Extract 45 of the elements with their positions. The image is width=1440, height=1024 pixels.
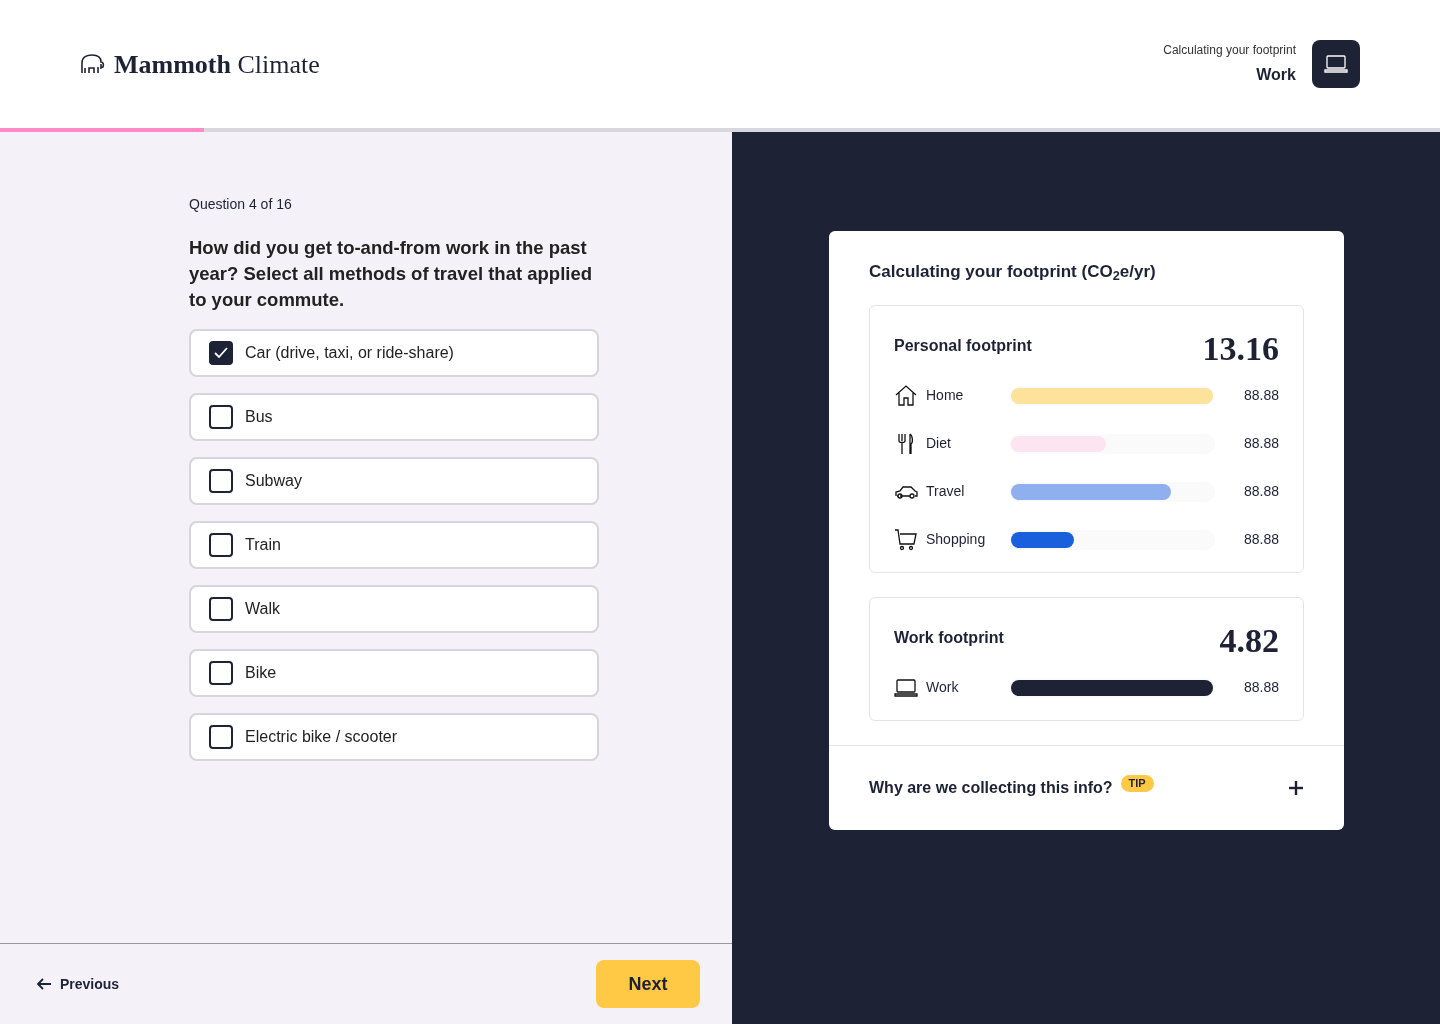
previous-button[interactable]: Previous (36, 973, 120, 995)
answer-option[interactable]: Bike (189, 649, 599, 697)
answer-option[interactable]: Bus (189, 393, 599, 441)
category-value: 88.88 (1242, 482, 1279, 501)
checkmark-icon (214, 347, 228, 359)
checkbox[interactable] (209, 341, 233, 365)
info-question: Why are we collecting this info? (869, 777, 1113, 798)
home-icon (894, 383, 918, 408)
laptop-icon (1324, 55, 1348, 73)
cart-icon (894, 527, 918, 552)
category-label: Home (926, 386, 964, 405)
summary-title: Calculating your footprint (CO$_{2}$e/yr) (869, 261, 1157, 285)
footprint-total: 13.16 (1202, 329, 1279, 368)
category-value: 88.88 (1242, 530, 1279, 549)
footprint-title: Work footprint (894, 627, 1004, 648)
footprint-title: Personal footprint (894, 335, 1032, 356)
answer-option[interactable]: Subway (189, 457, 599, 505)
checkbox[interactable] (209, 661, 233, 685)
footprint-total: 4.82 (1219, 621, 1279, 660)
question-text: How did you get to-and-from work in the past year? Select all methods of travel that applied to your commute. (189, 236, 593, 312)
expand-plus-icon[interactable] (1288, 779, 1304, 796)
arrow-left-icon (36, 978, 52, 990)
question-counter: Question 4 of 16 (189, 195, 293, 214)
brand-name: Mammoth Climate (114, 48, 320, 81)
checkbox[interactable] (209, 725, 233, 749)
category-value: 88.88 (1242, 386, 1279, 405)
category-label: Diet (926, 434, 951, 453)
checkbox[interactable] (209, 405, 233, 429)
context-label: Calculating your footprint (1163, 42, 1296, 59)
next-button[interactable]: Next (596, 960, 700, 1008)
answer-option[interactable]: Car (drive, taxi, or ride-share) (189, 329, 599, 377)
checkbox[interactable] (209, 597, 233, 621)
checkbox[interactable] (209, 533, 233, 557)
category-label: Travel (926, 482, 965, 501)
context-value: Work (1256, 65, 1296, 85)
category-value: 88.88 (1242, 678, 1279, 697)
answer-option[interactable]: Walk (189, 585, 599, 633)
answer-option[interactable]: Train (189, 521, 599, 569)
category-label: Shopping (926, 530, 986, 549)
checkbox[interactable] (209, 469, 233, 493)
info-row[interactable]: Why are we collecting this info? TIP (829, 744, 1344, 830)
answer-option[interactable]: Electric bike / scooter (189, 713, 599, 761)
category-label: Work (926, 678, 959, 697)
category-value: 88.88 (1242, 434, 1279, 453)
tip-badge: TIP (1120, 775, 1154, 792)
